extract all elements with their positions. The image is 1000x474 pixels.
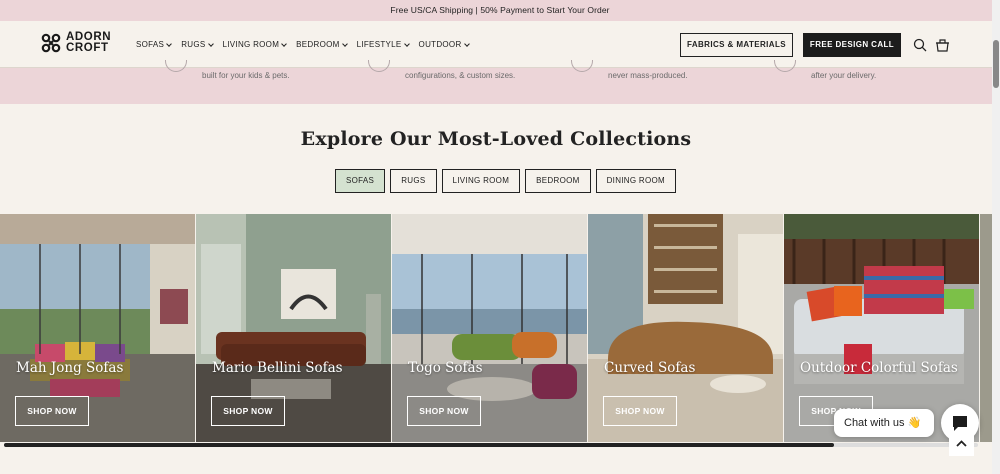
logo-wordmark: ADORN CROFT — [66, 31, 111, 54]
chevron-down-icon — [341, 40, 348, 47]
chevron-down-icon — [463, 40, 470, 47]
logo-knot-icon — [41, 33, 61, 53]
collection-card-next-peek — [980, 214, 992, 442]
shop-now-button[interactable]: SHOP NOW — [15, 396, 89, 426]
nav-item-bedroom[interactable]: BEDROOM — [296, 40, 348, 49]
collection-tabs: SOFAS RUGS LIVING ROOM BEDROOM DINING RO… — [335, 169, 681, 193]
feature-text: after your delivery. — [811, 71, 877, 80]
shop-now-button[interactable]: SHOP NOW — [211, 396, 285, 426]
carousel-scrollbar-thumb[interactable] — [4, 443, 834, 447]
nav-label: LIVING ROOM — [222, 40, 280, 49]
announcement-text: Free US/CA Shipping | 50% Payment to Sta… — [390, 5, 610, 15]
scroll-to-top-button[interactable] — [949, 431, 974, 456]
nav-item-outdoor[interactable]: OUTDOOR — [418, 40, 470, 49]
card-title: Togo Sofas — [408, 360, 483, 376]
chevron-down-icon — [403, 40, 410, 47]
chat-label: Chat with us 👋 — [844, 417, 922, 429]
nav-item-lifestyle[interactable]: LIFESTYLE — [356, 40, 410, 49]
chevron-down-icon — [166, 40, 173, 47]
nav-item-rugs[interactable]: RUGS — [181, 40, 214, 49]
card-title: Curved Sofas — [604, 360, 696, 376]
page-scrollbar-thumb[interactable] — [993, 40, 999, 88]
nav-label: SOFAS — [136, 40, 165, 49]
search-icon[interactable] — [913, 38, 927, 52]
announcement-bar: Free US/CA Shipping | 50% Payment to Sta… — [0, 0, 1000, 21]
feature-text: built for your kids & pets. — [202, 71, 290, 80]
nav-label: RUGS — [181, 40, 206, 49]
nav-label: OUTDOOR — [418, 40, 462, 49]
tab-dining-room[interactable]: DINING ROOM — [595, 169, 677, 193]
chevron-down-icon — [281, 40, 287, 47]
nav-label: LIFESTYLE — [356, 40, 402, 49]
logo-line-2: CROFT — [66, 42, 109, 54]
collection-card-togo[interactable]: Togo Sofas SHOP NOW — [392, 214, 587, 442]
nav-item-living-room[interactable]: LIVING ROOM — [223, 40, 287, 49]
feature-icon — [368, 60, 390, 72]
features-band: built for your kids & pets. configuratio… — [0, 60, 992, 104]
feature-icon — [571, 60, 593, 72]
feature-icon — [165, 60, 187, 72]
card-title: Mario Bellini Sofas — [212, 360, 343, 376]
feature-text: configurations, & custom sizes. — [405, 71, 516, 80]
chat-with-us-bubble[interactable]: Chat with us 👋 — [834, 409, 934, 437]
card-title: Mah Jong Sofas — [16, 360, 124, 376]
feature-text: never mass-produced. — [608, 71, 688, 80]
collection-carousel[interactable]: Mah Jong Sofas SHOP NOW Mario Bellini So… — [0, 214, 992, 442]
tab-rugs[interactable]: RUGS — [390, 169, 437, 193]
feature-icon — [774, 60, 796, 72]
shop-now-button[interactable]: SHOP NOW — [603, 396, 677, 426]
nav-label: BEDROOM — [296, 40, 340, 49]
free-design-call-button[interactable]: FREE DESIGN CALL — [803, 33, 901, 57]
tab-living-room[interactable]: LIVING ROOM — [441, 169, 521, 193]
tab-bedroom[interactable]: BEDROOM — [525, 169, 591, 193]
collection-card-curved[interactable]: Curved Sofas SHOP NOW — [588, 214, 783, 442]
site-header: ADORN CROFT SOFAS RUGS LIVING ROOM BEDRO… — [0, 21, 992, 68]
nav-item-sofas[interactable]: SOFAS — [136, 40, 173, 49]
shop-now-button[interactable]: SHOP NOW — [407, 396, 481, 426]
fabrics-materials-button[interactable]: FABRICS & MATERIALS — [680, 33, 793, 57]
chevron-down-icon — [207, 40, 214, 47]
collection-card-mah-jong[interactable]: Mah Jong Sofas SHOP NOW — [0, 214, 195, 442]
section-title: Explore Our Most-Loved Collections — [300, 128, 692, 150]
card-title: Outdoor Colorful Sofas — [800, 360, 958, 376]
cart-icon[interactable] — [935, 38, 950, 52]
collection-card-mario-bellini[interactable]: Mario Bellini Sofas SHOP NOW — [196, 214, 391, 442]
chevron-up-icon — [956, 440, 967, 447]
logo[interactable]: ADORN CROFT — [40, 31, 111, 54]
tab-sofas[interactable]: SOFAS — [335, 169, 386, 193]
main-nav: SOFAS RUGS LIVING ROOM BEDROOM LIFESTYLE… — [136, 21, 479, 68]
